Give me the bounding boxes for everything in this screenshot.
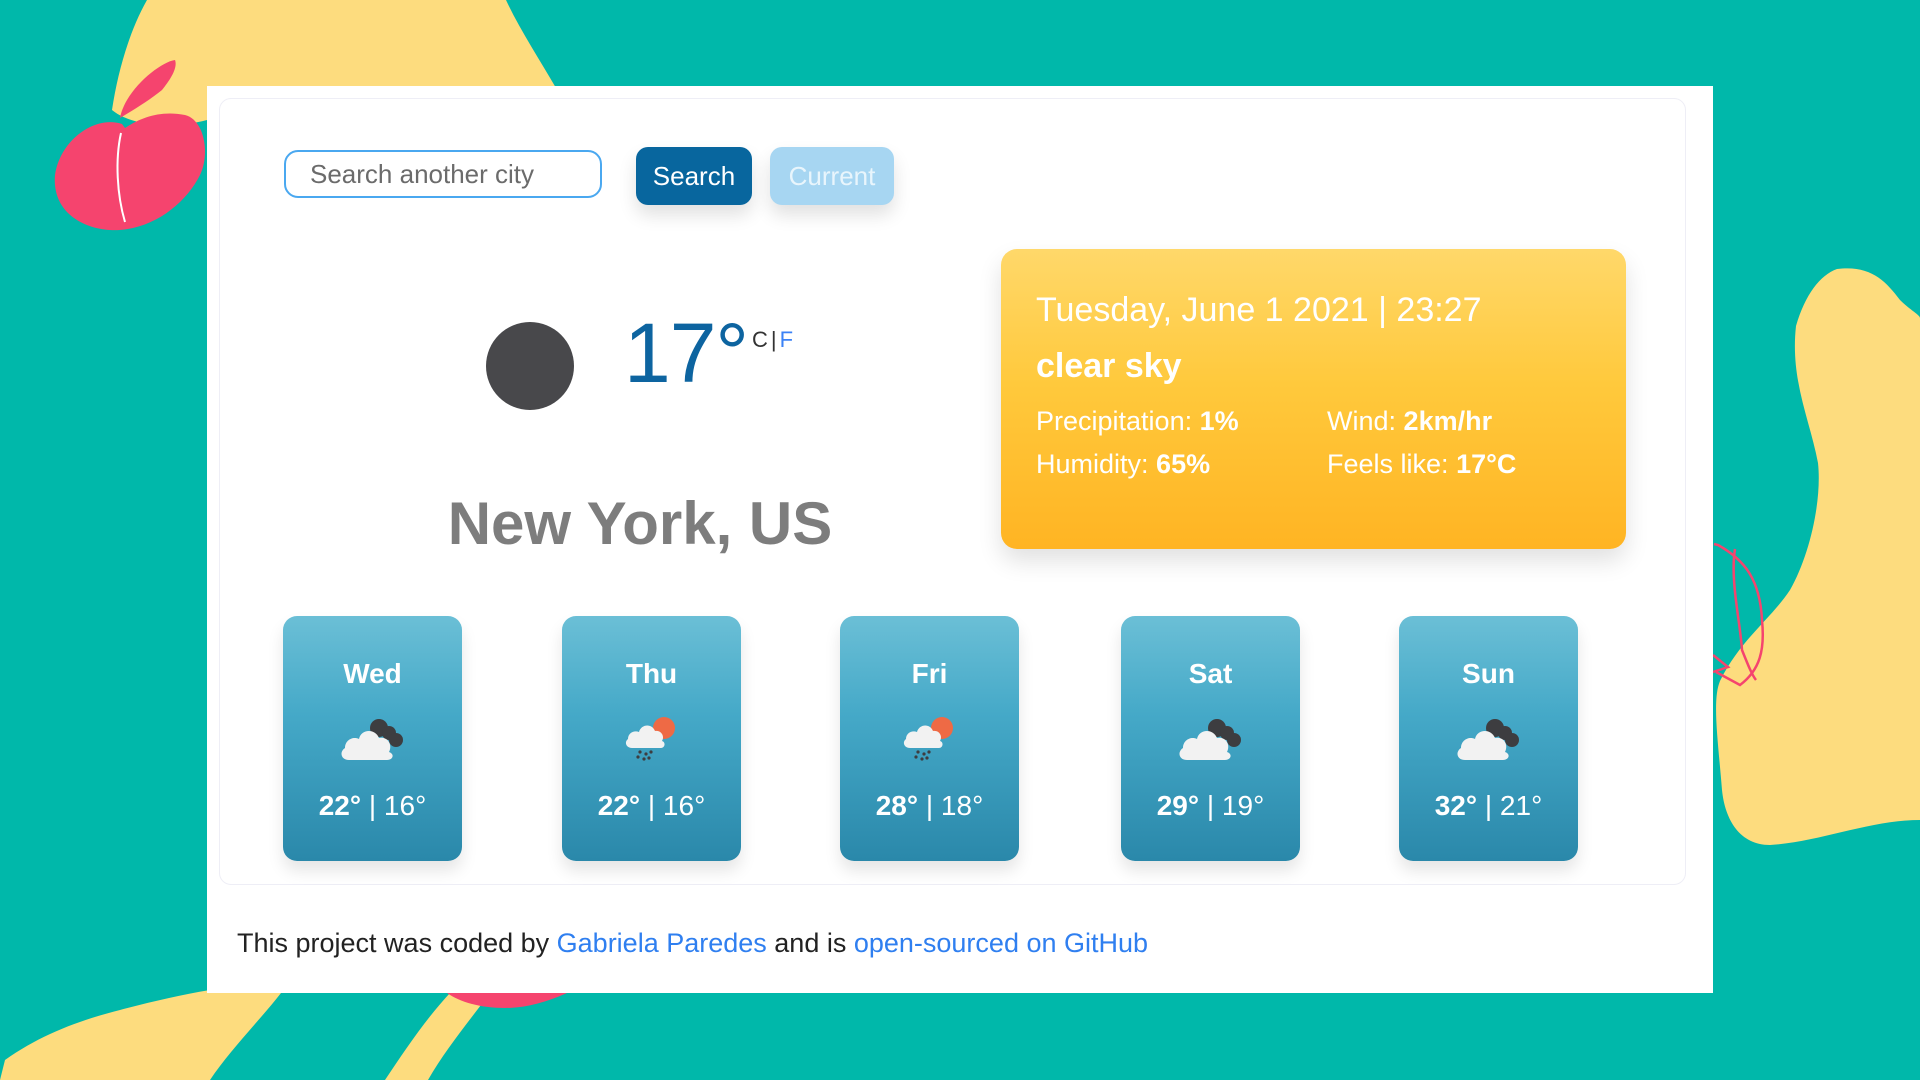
feels-like-value: 17°C [1456, 449, 1517, 479]
forecast-min: 16° [383, 790, 427, 821]
cloudy-icon [341, 719, 403, 760]
city-search-input[interactable] [284, 150, 602, 198]
forecast-temps: 22° | 16° [283, 790, 462, 822]
forecast-card-3: Sat 29° | 19° [1121, 616, 1300, 861]
forecast-max: 28° [875, 790, 919, 821]
footer-text: This project was coded by [237, 928, 557, 958]
forecast-max: 29° [1156, 790, 1200, 821]
footer: This project was coded by Gabriela Pared… [237, 928, 1148, 959]
forecast-min: 16° [662, 790, 706, 821]
current-location-button[interactable]: Current [770, 147, 894, 205]
forecast-min: 19° [1221, 790, 1265, 821]
feels-like: Feels like: 17°C [1327, 449, 1516, 480]
forecast-separator: | [647, 790, 656, 821]
fahrenheit-link[interactable]: F [780, 327, 793, 352]
precipitation-value: 1% [1199, 406, 1239, 436]
precipitation: Precipitation: 1% [1036, 406, 1239, 437]
wind-label: Wind: [1327, 406, 1397, 436]
forecast-card-1: Thu 22° | 16° [562, 616, 741, 861]
forecast-day: Sat [1188, 658, 1233, 689]
footer-text: and is [766, 928, 854, 958]
weather-app-panel: Search Current 17° C|F New York, US Tues… [207, 86, 1713, 993]
forecast-max: 32° [1434, 790, 1478, 821]
wind-value: 2km/hr [1403, 406, 1493, 436]
yellow-blob-right [1716, 268, 1920, 845]
forecast-card-4: Sun 32° | 21° [1399, 616, 1578, 861]
rain-sun-icon [625, 717, 675, 761]
forecast-separator: | [925, 790, 934, 821]
humidity: Humidity: 65% [1036, 449, 1210, 480]
forecast-min: 18° [940, 790, 984, 821]
forecast-min: 21° [1499, 790, 1543, 821]
humidity-value: 65% [1156, 449, 1211, 479]
humidity-label: Humidity: [1036, 449, 1149, 479]
forecast-temps: 22° | 16° [562, 790, 741, 822]
forecast-temps: 32° | 21° [1399, 790, 1578, 822]
forecast-separator: | [1484, 790, 1493, 821]
celsius-link[interactable]: C [752, 327, 768, 352]
forecast-card-0: Wed 22° | 16° [283, 616, 462, 861]
forecast-temps: 29° | 19° [1121, 790, 1300, 822]
forecast-day: Thu [625, 658, 678, 689]
yellow-stripe-bottom [385, 993, 490, 1080]
search-button[interactable]: Search [636, 147, 752, 205]
forecast-day: Sun [1462, 658, 1515, 689]
forecast-separator: | [1206, 790, 1215, 821]
forecast-day: Wed [343, 658, 402, 689]
wind: Wind: 2km/hr [1327, 406, 1492, 437]
rain-sun-icon [903, 717, 953, 761]
city-name: New York, US [447, 490, 833, 557]
feels-like-label: Feels like: [1327, 449, 1449, 479]
forecast-card-2: Fri 28° | 18° [840, 616, 1019, 861]
forecast-day: Fri [911, 658, 948, 689]
date-time: Tuesday, June 1 2021 | 23:27 [1036, 291, 1482, 329]
forecast-temps: 28° | 18° [840, 790, 1019, 822]
weather-card: Search Current 17° C|F New York, US Tues… [219, 98, 1686, 885]
moon-icon [486, 322, 574, 410]
weather-description: clear sky [1036, 347, 1182, 385]
forecast-separator: | [368, 790, 377, 821]
forecast-max: 22° [597, 790, 641, 821]
current-temperature: 17° [624, 306, 749, 400]
author-link[interactable]: Gabriela Paredes [557, 928, 767, 958]
forecast-max: 22° [318, 790, 362, 821]
cloudy-icon [1457, 719, 1519, 760]
precipitation-label: Precipitation: [1036, 406, 1193, 436]
github-link[interactable]: open-sourced on GitHub [854, 928, 1148, 958]
weather-details-card: Tuesday, June 1 2021 | 23:27 clear sky P… [1001, 249, 1626, 549]
yellow-blob-bottom-left [0, 990, 281, 1080]
unit-toggle: C | F [752, 327, 793, 353]
cloudy-icon [1179, 719, 1241, 760]
unit-separator: | [770, 327, 777, 352]
